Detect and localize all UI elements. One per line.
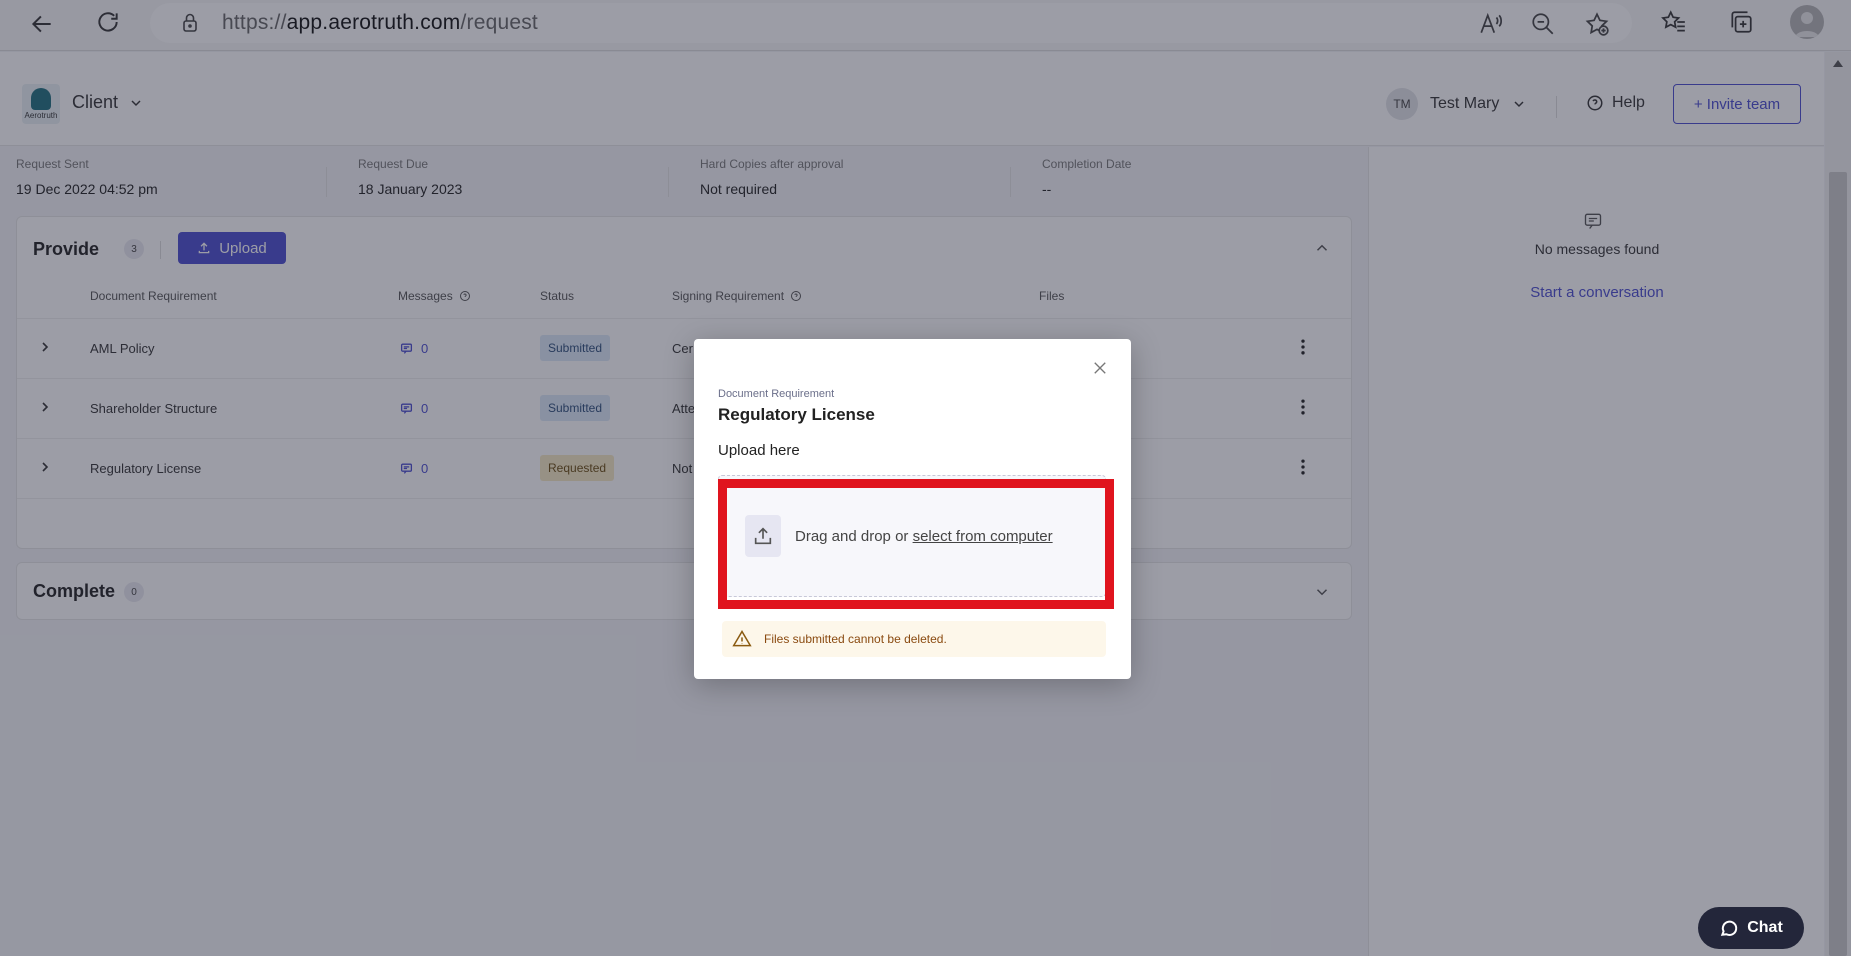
chat-bubble-icon bbox=[1721, 920, 1738, 936]
upload-modal: Document Requirement Regulatory License … bbox=[694, 339, 1131, 679]
upload-label: Upload here bbox=[718, 442, 800, 459]
dropzone-text: Drag and drop or select from computer bbox=[795, 527, 1053, 545]
modal-title: Regulatory License bbox=[718, 405, 875, 424]
modal-eyebrow: Document Requirement bbox=[718, 388, 835, 400]
select-from-computer-link[interactable]: select from computer bbox=[913, 528, 1053, 545]
file-dropzone[interactable]: Drag and drop or select from computer bbox=[718, 475, 1106, 597]
warning-icon bbox=[732, 630, 752, 647]
upload-icon bbox=[745, 515, 781, 557]
warning-banner: Files submitted cannot be deleted. bbox=[722, 621, 1106, 657]
close-icon[interactable] bbox=[1091, 359, 1109, 377]
chat-button[interactable]: Chat bbox=[1698, 907, 1804, 949]
